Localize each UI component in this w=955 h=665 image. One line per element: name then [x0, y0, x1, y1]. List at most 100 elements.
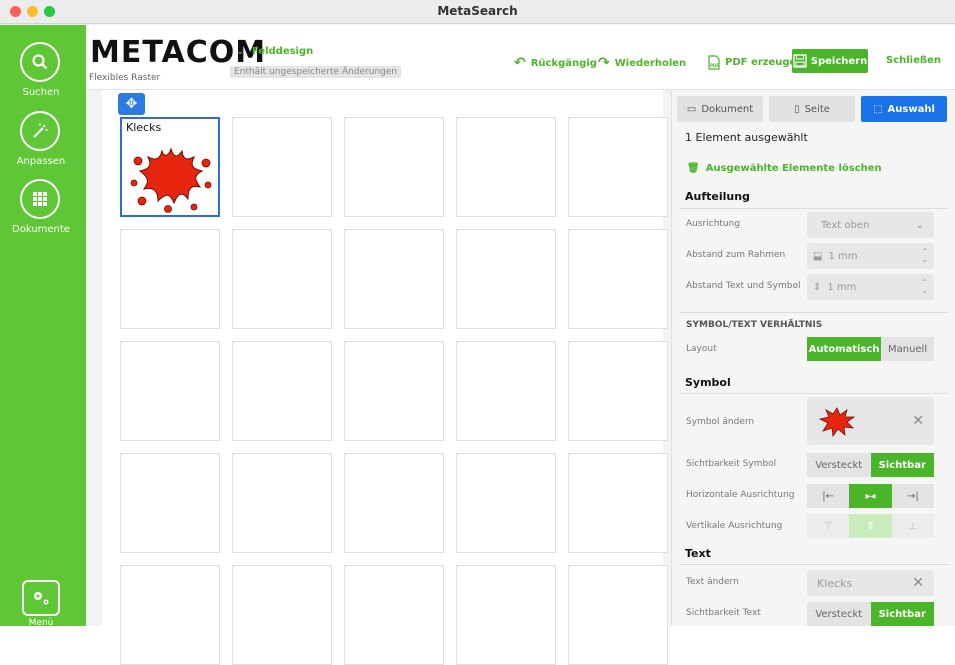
tab-label: Auswahl	[887, 103, 935, 115]
splash-icon	[818, 407, 856, 438]
sidebar: Suchen Anpassen Dokumente Menü	[0, 25, 86, 628]
layout-auto-button[interactable]: Automatisch	[807, 337, 882, 361]
tab-label: Seite	[804, 103, 830, 115]
stepper-arrows-icon[interactable]: ⌃ ⌄	[921, 248, 928, 264]
splash-icon	[130, 147, 212, 213]
grid-cell[interactable]	[344, 341, 444, 441]
grid-cell[interactable]	[456, 565, 556, 665]
grid-cell[interactable]	[456, 229, 556, 329]
menu-button[interactable]	[22, 580, 60, 616]
chevron-down-icon: ⌄	[915, 219, 924, 231]
symbol-change-label: Symbol ändern	[686, 417, 755, 427]
text-visibility-label: Sichtbarkeit Text	[686, 608, 761, 618]
text-hidden-button[interactable]: Versteckt	[807, 602, 871, 626]
page-icon: ▯	[794, 103, 800, 115]
move-handle[interactable]: ✥	[118, 93, 145, 115]
grid-cell[interactable]	[120, 565, 220, 665]
sidebar-item-label: Anpassen	[16, 156, 66, 167]
align-right-button[interactable]: →|	[891, 484, 934, 508]
tab-auswahl[interactable]: ⬚ Auswahl	[861, 96, 947, 122]
window-title: MetaSearch	[437, 4, 518, 18]
ausrichtung-select[interactable]: Text oben ⌄	[807, 212, 934, 238]
frame-distance-icon: ⬓	[813, 250, 823, 262]
align-center-button[interactable]: ▸◂	[849, 484, 892, 508]
grid-cell[interactable]	[344, 453, 444, 553]
stepper-arrows-icon[interactable]: ⌃ ⌄	[921, 279, 928, 295]
save-label: Speichern	[810, 55, 868, 67]
text-visibility-toggle: Versteckt Sichtbar	[807, 602, 934, 626]
text-change-input[interactable]: Klecks ✕	[807, 570, 934, 596]
properties-panel: ▭ Dokument ▯ Seite ⬚ Auswahl 1 Element a…	[671, 90, 955, 626]
grid-cell[interactable]	[232, 341, 332, 441]
grid-cell[interactable]	[120, 453, 220, 553]
align-bottom-button[interactable]: ⊥	[891, 514, 934, 538]
layout-manual-button[interactable]: Manuell	[881, 337, 934, 361]
save-button[interactable]: Speichern	[792, 49, 868, 73]
canvas-area: Klecks	[86, 90, 671, 665]
text-change-value: Klecks	[817, 576, 853, 590]
magic-wand-icon	[33, 123, 48, 138]
grid-cell[interactable]	[568, 453, 668, 553]
svg-text:PDF: PDF	[710, 63, 719, 68]
sidebar-item-suchen[interactable]	[20, 42, 60, 82]
grid-cell[interactable]	[344, 117, 444, 217]
cell-text: Klecks	[126, 121, 162, 134]
grid-cell[interactable]	[232, 453, 332, 553]
grid-cell[interactable]	[456, 117, 556, 217]
abstand-rahmen-value: 1 mm	[828, 250, 858, 262]
align-middle-button[interactable]: ⇳	[849, 514, 892, 538]
grid-cell[interactable]	[344, 229, 444, 329]
grid-cell[interactable]	[568, 117, 668, 217]
section-symbol: Symbol	[685, 376, 731, 389]
clear-icon[interactable]: ✕	[912, 575, 924, 591]
undo-icon: ↶	[514, 55, 526, 71]
unsaved-badge: Enthält ungespeicherte Änderungen	[230, 66, 402, 78]
app-window: MetaSearch Suchen Anpassen Dokumente Men…	[0, 0, 955, 665]
grid-cell[interactable]	[120, 229, 220, 329]
grid-cell[interactable]	[456, 453, 556, 553]
v-align-label: Vertikale Ausrichtung	[686, 521, 783, 531]
document-icon: ▭	[686, 103, 697, 115]
selection-count: 1 Element ausgewählt	[685, 131, 808, 144]
grid-cell-selected[interactable]: Klecks	[120, 117, 220, 217]
close-label: Schließen	[886, 55, 941, 66]
gears-icon	[34, 592, 49, 605]
abstand-rahmen-stepper[interactable]: ⬓ 1 mm ⌃ ⌄	[807, 243, 934, 269]
clear-icon[interactable]: ✕	[912, 413, 924, 429]
tab-label: Dokument	[701, 103, 754, 115]
undo-button[interactable]: ↶ Rückgängig	[514, 55, 597, 71]
sidebar-item-anpassen[interactable]	[20, 111, 60, 151]
symbol-change-field[interactable]: ✕	[807, 397, 934, 445]
text-visible-button[interactable]: Sichtbar	[870, 602, 934, 626]
divider	[680, 208, 948, 209]
abstand-text-value: 1 mm	[827, 281, 857, 293]
redo-button[interactable]: ↷ Wiederholen	[598, 55, 686, 71]
grid-cell[interactable]	[232, 117, 332, 217]
grid-cell[interactable]	[120, 341, 220, 441]
grid-cell[interactable]	[568, 565, 668, 665]
align-left-button[interactable]: |←	[807, 484, 850, 508]
tab-dokument[interactable]: ▭ Dokument	[677, 96, 763, 122]
divider	[680, 393, 948, 394]
symbol-hidden-button[interactable]: Versteckt	[807, 453, 871, 477]
close-button[interactable]: Schließen	[886, 55, 941, 66]
grid-cell[interactable]	[456, 341, 556, 441]
selection-icon: ⬚	[873, 103, 883, 115]
delete-selected-button[interactable]: 🗑 Ausgewählte Elemente löschen	[687, 163, 882, 174]
grid-cell[interactable]	[344, 565, 444, 665]
symbol-visible-button[interactable]: Sichtbar	[870, 453, 934, 477]
abstand-text-stepper[interactable]: ⇕ 1 mm ⌃ ⌄	[807, 274, 934, 300]
tab-seite[interactable]: ▯ Seite	[769, 96, 855, 122]
undo-label: Rückgängig	[530, 57, 597, 69]
panel-tabs: ▭ Dokument ▯ Seite ⬚ Auswahl	[677, 96, 947, 122]
pdf-button[interactable]: PDF PDF erzeugen	[708, 55, 803, 70]
grid-icon	[33, 192, 47, 206]
grid-cell[interactable]	[232, 565, 332, 665]
grid-cell[interactable]	[568, 229, 668, 329]
design-selector[interactable]: ⌄ Felddesign	[236, 46, 313, 57]
grid-cell[interactable]	[568, 341, 668, 441]
grid-sheet: Klecks	[102, 90, 668, 665]
grid-cell[interactable]	[232, 229, 332, 329]
sidebar-item-dokumente[interactable]	[20, 179, 60, 219]
align-top-button[interactable]: ⊤	[807, 514, 850, 538]
